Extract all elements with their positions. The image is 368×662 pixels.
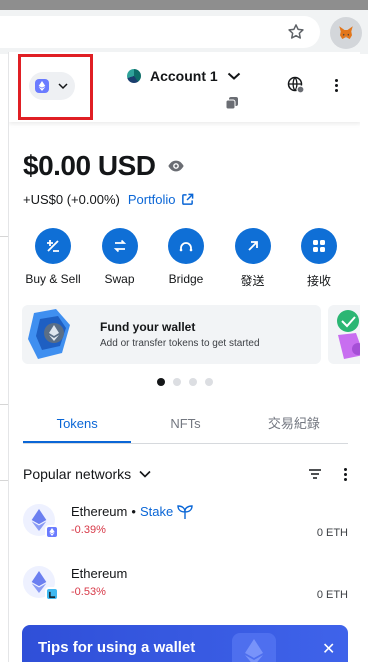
asset-tabs: Tokens NFTs 交易紀錄: [23, 406, 348, 444]
popup-header: Account 1: [9, 52, 360, 122]
account-avatar: [127, 69, 141, 83]
eye-icon[interactable]: [167, 157, 185, 175]
action-label: 發送: [240, 274, 265, 288]
network-filter-row: Popular networks: [23, 462, 348, 486]
star-icon[interactable]: [286, 22, 306, 42]
send-icon: [234, 228, 271, 264]
card-subtitle: Add or transfer tokens to get started: [100, 338, 260, 349]
network-filter[interactable]: Popular networks: [23, 466, 151, 482]
carousel-dot-active[interactable]: [157, 378, 165, 386]
token-balance: 0 ETH: [316, 527, 348, 539]
swap-icon: [101, 228, 138, 264]
balance-amount: $0.00 USD: [23, 150, 156, 181]
token-row[interactable]: Ethereum -0.53% 0 ETH: [23, 556, 348, 608]
account-name: Account 1: [150, 68, 218, 84]
account-picker[interactable]: Account 1: [127, 66, 241, 86]
token-info: Ethereum • Stake -0.39%: [71, 504, 193, 536]
stake-link[interactable]: Stake: [140, 504, 173, 519]
action-label: Bridge: [168, 272, 204, 286]
token-name-line: Ethereum: [71, 566, 127, 581]
balance-display: $0.00 USD: [23, 148, 185, 184]
highlight-annotation: [18, 54, 93, 120]
bridge-icon: [168, 228, 204, 264]
buy-sell-icon: [35, 228, 71, 264]
tips-banner[interactable]: Tips for using a wallet ✕: [22, 625, 348, 662]
tab-nfts[interactable]: NFTs: [131, 406, 239, 443]
buy-sell-button[interactable]: Buy & Sell: [23, 228, 83, 289]
sort-icon[interactable]: [308, 468, 322, 480]
token-name: Ethereum: [71, 566, 128, 581]
globe-icon[interactable]: [287, 76, 305, 94]
receive-icon: [301, 228, 337, 264]
action-label: Buy & Sell: [25, 272, 81, 286]
carousel-dot[interactable]: [189, 378, 197, 386]
action-label: 接收: [306, 274, 331, 288]
send-button[interactable]: 發送: [223, 228, 283, 289]
wallet-illustration: [22, 305, 82, 364]
ethereum-token-icon: [23, 566, 59, 601]
portfolio-link[interactable]: Portfolio: [128, 192, 194, 207]
token-change: -0.53%: [71, 586, 106, 598]
token-info: Ethereum -0.53%: [71, 566, 127, 598]
token-separator: •: [131, 504, 136, 519]
wallet-popup: Account 1 $0.00 USD +US$0 (+0.00%) Portf…: [8, 52, 360, 662]
metamask-fox-icon: [339, 26, 353, 39]
close-icon[interactable]: ✕: [322, 639, 335, 659]
carousel-dot[interactable]: [173, 378, 181, 386]
fund-wallet-card[interactable]: Fund your wallet Add or transfer tokens …: [22, 305, 321, 364]
tab-activity[interactable]: 交易紀錄: [240, 406, 348, 443]
carousel-pagination: [157, 378, 213, 386]
background-divider: [0, 480, 8, 481]
action-bar: Buy & Sell Swap Bridge 發送 接收: [23, 228, 349, 289]
external-link-icon: [181, 193, 193, 205]
tab-tokens[interactable]: Tokens: [23, 406, 132, 443]
metamask-extension-button[interactable]: [330, 17, 362, 49]
token-balance: 0 ETH: [316, 589, 348, 601]
bridge-button[interactable]: Bridge: [156, 228, 216, 289]
network-badge-icon: [45, 525, 59, 539]
linea-badge-icon: [45, 587, 59, 601]
token-row[interactable]: Ethereum • Stake -0.39% 0 ETH: [23, 494, 348, 546]
browser-title-strip: [0, 0, 368, 10]
token-name: Ethereum: [71, 504, 128, 519]
receive-button[interactable]: 接收: [289, 228, 349, 289]
ethereum-token-icon: [23, 504, 59, 539]
filter-actions: [308, 467, 348, 481]
tips-title: Tips for using a wallet: [38, 639, 196, 656]
token-name-line: Ethereum • Stake: [71, 504, 193, 519]
carousel-dot[interactable]: [205, 378, 213, 386]
card-title: Fund your wallet: [100, 320, 196, 334]
next-promo-card[interactable]: [328, 305, 360, 364]
address-bar[interactable]: [0, 16, 320, 48]
background-divider: [0, 404, 8, 405]
copy-icon[interactable]: [225, 96, 239, 110]
token-change: -0.39%: [71, 524, 106, 536]
card-text: Fund your wallet Add or transfer tokens …: [100, 320, 260, 349]
balance-change: +US$0 (+0.00%): [23, 192, 120, 207]
action-label: Swap: [104, 272, 135, 286]
swap-button[interactable]: Swap: [90, 228, 150, 289]
kebab-menu-icon[interactable]: [327, 76, 345, 94]
kebab-menu-icon[interactable]: [342, 467, 348, 481]
portfolio-label: Portfolio: [127, 192, 176, 207]
sprout-icon: [177, 504, 193, 519]
chevron-down-icon: [227, 72, 240, 80]
banner-illustration: [232, 633, 276, 662]
balance-change-row: +US$0 (+0.00%) Portfolio: [23, 192, 194, 207]
chevron-down-icon: [139, 470, 151, 478]
background-divider: [0, 236, 8, 237]
network-filter-label: Popular networks: [23, 466, 132, 482]
